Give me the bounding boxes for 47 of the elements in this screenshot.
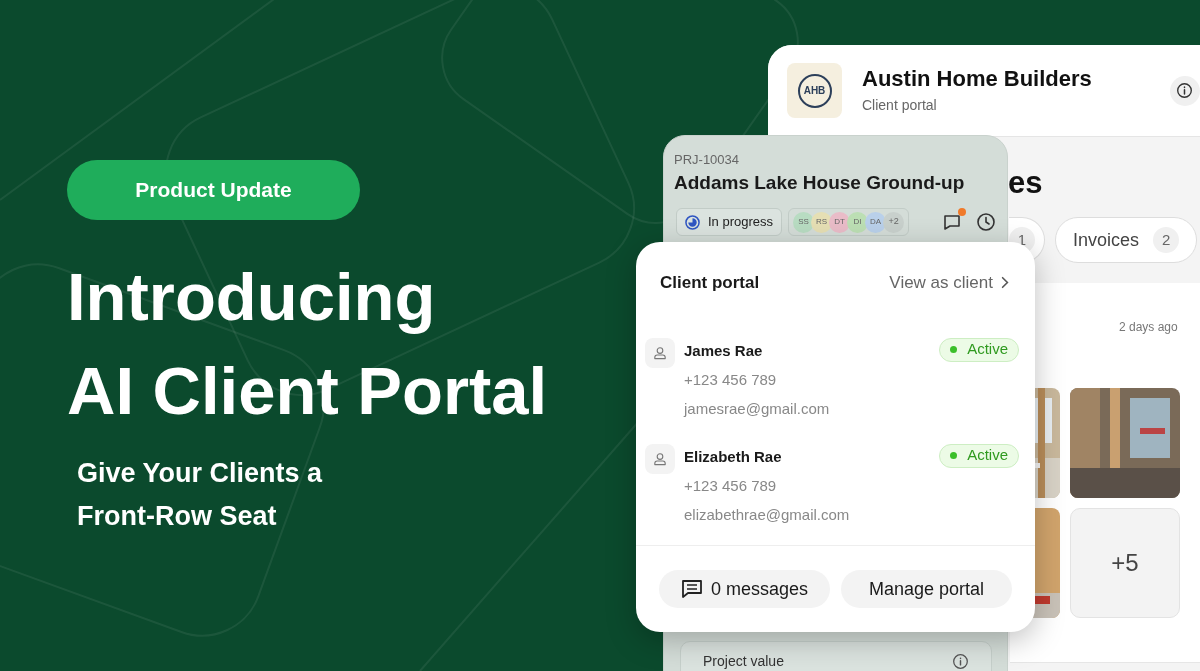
status-badge: Active [939, 337, 1019, 362]
update-time: 2 days ago [1119, 319, 1178, 336]
person-icon [645, 443, 675, 474]
logo-text: AHB [797, 73, 832, 108]
product-update-badge: Product Update [67, 160, 360, 220]
clock-icon[interactable] [976, 212, 996, 232]
project-value-label: Project value [703, 653, 784, 669]
view-as-client-link[interactable]: View as client [889, 270, 1009, 296]
client-name: Elizabeth Rae [684, 446, 783, 467]
client-name: James Rae [684, 340, 764, 361]
subheadline: Give Your Clients a [77, 457, 323, 490]
section-title: es [1008, 164, 1043, 202]
card-title: Client portal [660, 272, 760, 294]
client-email: jamesrae@gmail.com [684, 398, 830, 419]
status-label: In progress [708, 213, 774, 232]
info-icon [1176, 82, 1194, 99]
tab-label: Invoices [1073, 228, 1140, 252]
avatar: SS [793, 211, 815, 233]
assignees-group[interactable]: SS RS DT DI DA +2 [788, 208, 910, 236]
avatar: DT [829, 211, 851, 233]
manage-portal-button[interactable]: Manage portal [841, 570, 1012, 608]
messages-button[interactable]: 0 messages [659, 570, 830, 608]
client-phone: +123 456 789 [684, 475, 778, 496]
project-id: PRJ-10034 [674, 151, 740, 169]
info-icon[interactable] [952, 653, 969, 670]
info-button[interactable] [1169, 75, 1200, 106]
progress-icon [685, 214, 700, 230]
company-name: Austin Home Builders [862, 65, 1092, 93]
more-avatars: +2 [883, 211, 905, 233]
avatar: RS [811, 211, 833, 233]
avatar: DA [865, 211, 887, 233]
headline: Introducing [67, 258, 437, 336]
chat-icon [942, 212, 962, 232]
status-badge: Active [939, 443, 1019, 468]
person-icon [645, 337, 675, 368]
client-email: elizabethrae@gmail.com [684, 504, 850, 525]
avatar: DI [847, 211, 869, 233]
subheadline: Front-Row Seat [77, 500, 278, 533]
tab-count: 2 [1153, 227, 1180, 253]
client-phone: +123 456 789 [684, 369, 778, 390]
more-photos-tile[interactable]: +5 [1070, 508, 1180, 618]
message-icon [680, 579, 703, 599]
headline: AI Client Portal [67, 352, 548, 430]
project-title: Addams Lake House Ground-up [674, 171, 965, 195]
card-subtitle: Client portal [862, 96, 938, 115]
tab[interactable]: Invoices 2 [1055, 217, 1198, 263]
chevron-right-icon [1001, 276, 1009, 290]
